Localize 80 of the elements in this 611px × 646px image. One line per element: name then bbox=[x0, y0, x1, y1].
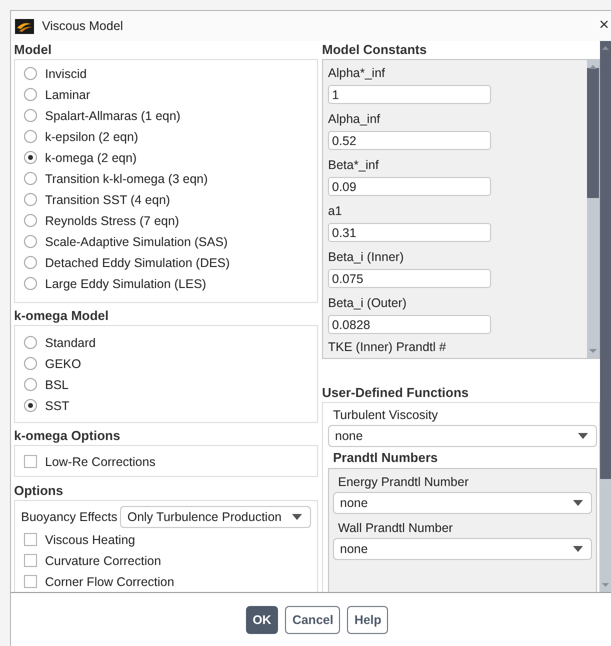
field-label: Buoyancy Effects bbox=[21, 510, 118, 524]
radio-label: Large Eddy Simulation (LES) bbox=[45, 276, 206, 290]
input-field[interactable]: 0.52 bbox=[328, 131, 491, 150]
checkbox[interactable] bbox=[24, 533, 37, 546]
caret-icon bbox=[573, 500, 583, 506]
radio-button[interactable] bbox=[24, 193, 37, 206]
caret-icon bbox=[292, 514, 302, 520]
close-button[interactable]: × bbox=[599, 17, 609, 33]
radio-button[interactable] bbox=[24, 357, 37, 370]
radio-label: Transition k-kl-omega (3 eqn) bbox=[45, 172, 208, 186]
dropdown[interactable]: none bbox=[328, 425, 597, 447]
section-heading: k-omega Options bbox=[14, 427, 122, 445]
section-heading: k-omega Model bbox=[14, 307, 110, 325]
radio-button[interactable] bbox=[24, 130, 37, 143]
caret-icon bbox=[573, 546, 583, 552]
radio-label: SST bbox=[45, 398, 70, 412]
radio-button[interactable] bbox=[24, 336, 37, 349]
input-field[interactable]: 0.31 bbox=[328, 223, 491, 242]
radio-label: Reynolds Stress (7 eqn) bbox=[45, 214, 180, 228]
radio-label: k-epsilon (2 eqn) bbox=[45, 130, 138, 144]
scrollbar[interactable] bbox=[600, 41, 611, 592]
field-label: a1 bbox=[328, 204, 342, 218]
window-title: Viscous Model bbox=[42, 19, 124, 33]
radio-label: Standard bbox=[45, 336, 96, 350]
field-label: Alpha*_inf bbox=[328, 66, 385, 80]
radio-label: Laminar bbox=[45, 88, 90, 102]
field-label: Beta*_inf bbox=[328, 158, 379, 172]
ok-button[interactable]: OK bbox=[246, 606, 278, 634]
radio-button[interactable] bbox=[24, 399, 37, 412]
scrollbar[interactable] bbox=[587, 60, 599, 358]
radio-label: Scale-Adaptive Simulation (SAS) bbox=[45, 234, 228, 248]
radio-label: Spalart-Allmaras (1 eqn) bbox=[45, 108, 180, 122]
radio-label: Inviscid bbox=[45, 66, 87, 80]
checkbox[interactable] bbox=[24, 554, 37, 567]
radio-button[interactable] bbox=[24, 235, 37, 248]
field-label: Beta_i (Inner) bbox=[328, 250, 404, 264]
radio-button[interactable] bbox=[24, 378, 37, 391]
radio-button[interactable] bbox=[24, 214, 37, 227]
checkbox[interactable] bbox=[24, 455, 37, 468]
radio-label: Detached Eddy Simulation (DES) bbox=[45, 256, 230, 270]
input-field[interactable]: 1 bbox=[328, 85, 491, 104]
radio-label: BSL bbox=[45, 378, 69, 392]
radio-label: Transition SST (4 eqn) bbox=[45, 192, 170, 206]
radio-button[interactable] bbox=[24, 172, 37, 185]
scroll-up-icon[interactable] bbox=[587, 62, 599, 72]
checkbox-label: Corner Flow Correction bbox=[45, 574, 174, 588]
dialog-button[interactable]: Help bbox=[347, 606, 388, 634]
field-label: TKE (Inner) Prandtl # bbox=[328, 340, 446, 354]
radio-label: k-omega (2 eqn) bbox=[45, 150, 137, 164]
section-heading: Model Constants bbox=[322, 41, 428, 59]
input-field[interactable]: 0.09 bbox=[328, 177, 491, 196]
radio-button[interactable] bbox=[24, 151, 37, 164]
scroll-down-icon[interactable] bbox=[587, 346, 599, 356]
app-icon bbox=[15, 18, 34, 34]
field-label: Beta_i (Outer) bbox=[328, 296, 407, 310]
input-field[interactable]: 0.0828 bbox=[328, 315, 491, 334]
radio-button[interactable] bbox=[24, 256, 37, 269]
field-label: Alpha_inf bbox=[328, 112, 380, 126]
section-heading: Prandtl Numbers bbox=[333, 450, 438, 465]
caret-icon bbox=[578, 433, 588, 439]
checkbox[interactable] bbox=[24, 575, 37, 588]
radio-button[interactable] bbox=[24, 277, 37, 290]
checkbox-label: Curvature Correction bbox=[45, 554, 162, 568]
radio-button[interactable] bbox=[24, 67, 37, 80]
dropdown[interactable]: Only Turbulence Production bbox=[120, 506, 312, 528]
dropdown[interactable]: none bbox=[333, 538, 592, 560]
radio-button[interactable] bbox=[24, 88, 37, 101]
checkbox-label: Low-Re Corrections bbox=[45, 454, 156, 468]
dropdown[interactable]: none bbox=[333, 492, 592, 514]
dialog-button[interactable]: Cancel bbox=[285, 606, 340, 634]
section-heading: Options bbox=[14, 482, 64, 500]
field-label: Wall Prandtl Number bbox=[338, 521, 453, 535]
field-label: Turbulent Viscosity bbox=[333, 408, 438, 422]
checkbox-label: Viscous Heating bbox=[45, 532, 136, 546]
radio-button[interactable] bbox=[24, 109, 37, 122]
radio-label: GEKO bbox=[45, 356, 82, 370]
input-field[interactable]: 0.075 bbox=[328, 269, 491, 288]
field-label: Energy Prandtl Number bbox=[338, 475, 469, 489]
section-heading: User-Defined Functions bbox=[322, 384, 470, 402]
section-heading: Model bbox=[14, 41, 53, 59]
